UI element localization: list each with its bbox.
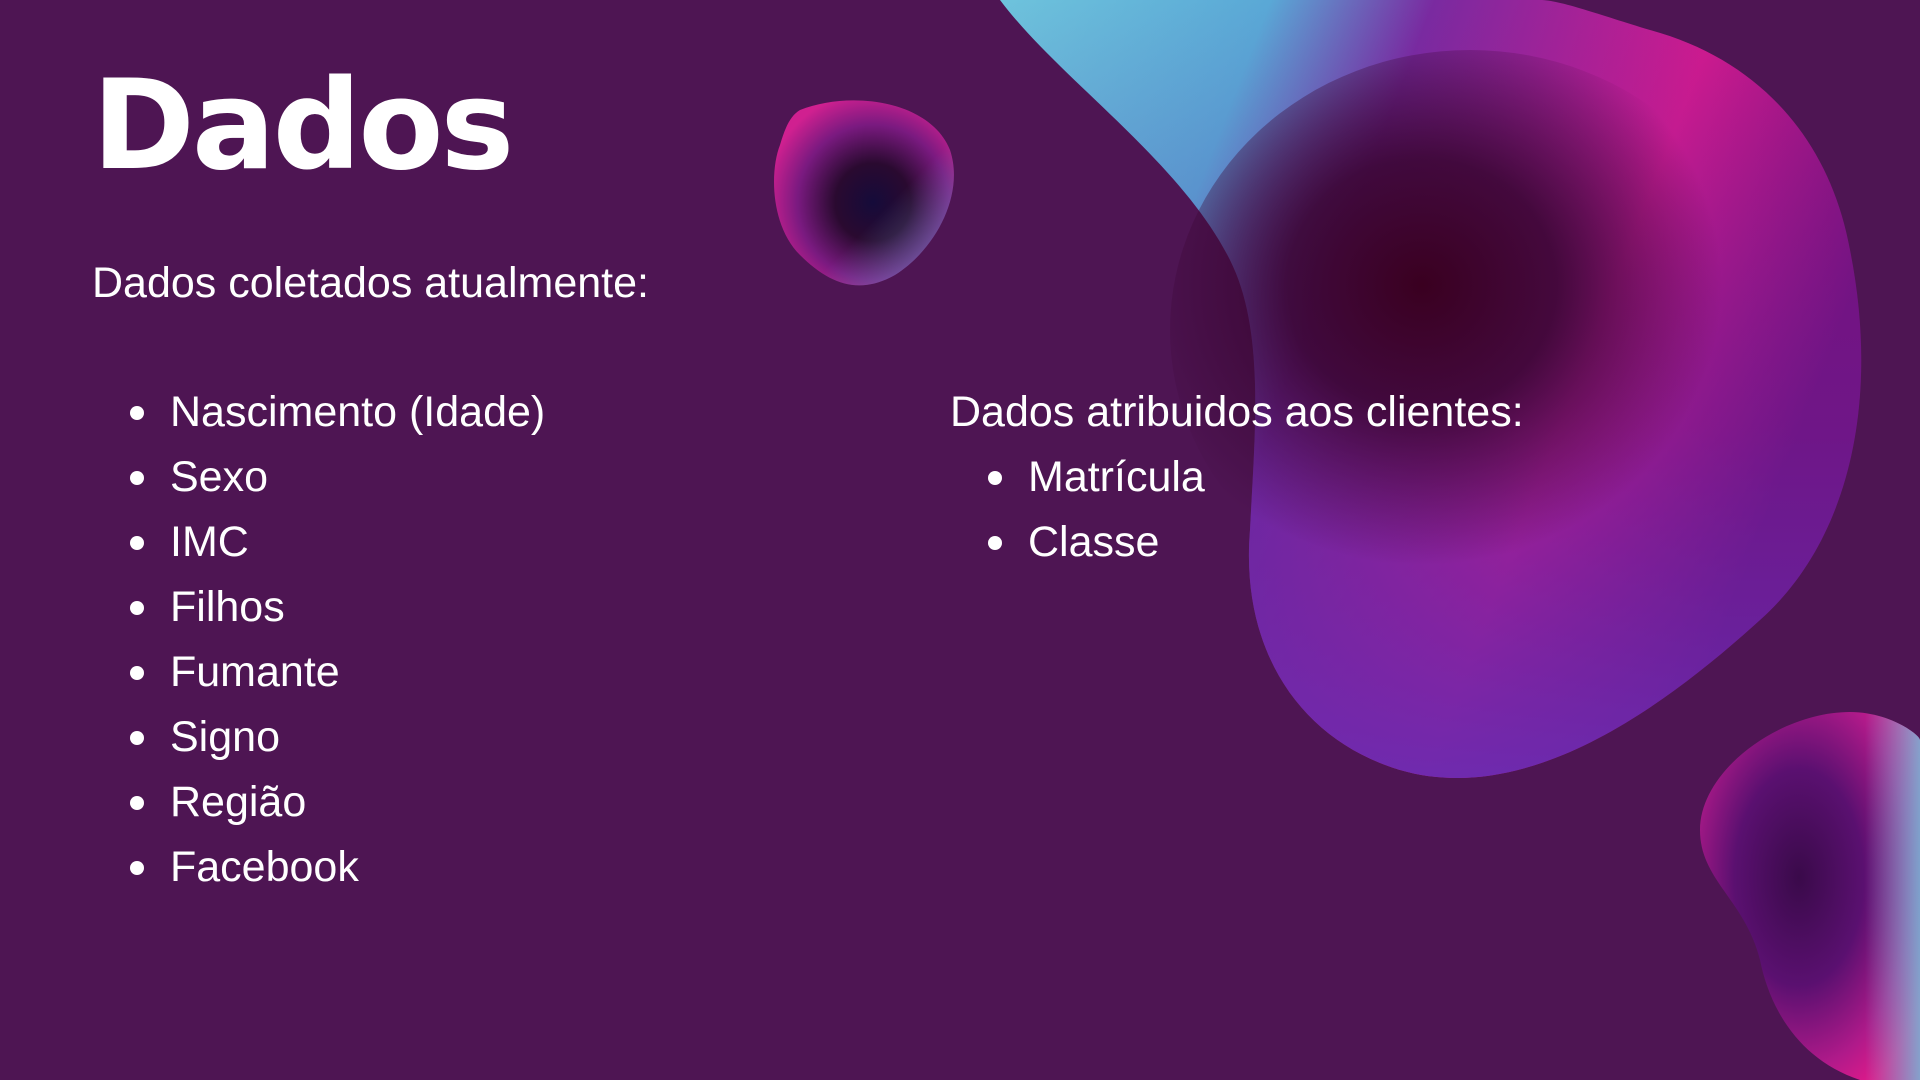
list-item-label: Fumante	[170, 648, 340, 696]
bullet-dot-icon	[130, 731, 144, 745]
bullet-dot-icon	[988, 536, 1002, 550]
corner-gradient-blob	[1700, 712, 1920, 1080]
bullet-dot-icon	[130, 861, 144, 875]
assigned-data-list: Matrícula Classe	[950, 445, 1205, 575]
list-item: Sexo	[92, 445, 545, 510]
list-item-label: Região	[170, 778, 307, 826]
bullet-dot-icon	[130, 406, 144, 420]
list-item: Classe	[950, 510, 1205, 575]
collected-data-heading: Dados coletados atualmente:	[92, 259, 649, 307]
list-item: Filhos	[92, 575, 545, 640]
list-item-label: Matrícula	[1028, 453, 1205, 501]
list-item-label: Facebook	[170, 843, 359, 891]
list-item: Nascimento (Idade)	[92, 380, 545, 445]
list-item-label: Filhos	[170, 583, 285, 631]
list-item-label: Classe	[1028, 518, 1160, 566]
bullet-dot-icon	[130, 601, 144, 615]
list-item-label: Signo	[170, 713, 280, 761]
list-item-label: IMC	[170, 518, 249, 566]
list-item: Região	[92, 770, 545, 835]
slide-title: Dados	[92, 54, 514, 198]
collected-data-list: Nascimento (Idade) Sexo IMC Filhos Fuman…	[92, 380, 545, 900]
presentation-slide: Dados Dados coletados atualmente: Nascim…	[0, 0, 1920, 1080]
list-item: Matrícula	[950, 445, 1205, 510]
list-item-label: Sexo	[170, 453, 269, 501]
bullet-dot-icon	[130, 666, 144, 680]
bullet-dot-icon	[988, 471, 1002, 485]
assigned-data-heading: Dados atribuidos aos clientes:	[950, 388, 1524, 436]
bullet-dot-icon	[130, 796, 144, 810]
list-item: Signo	[92, 705, 545, 770]
small-gradient-blob	[774, 100, 954, 286]
bullet-dot-icon	[130, 471, 144, 485]
bullet-dot-icon	[130, 536, 144, 550]
list-item: Fumante	[92, 640, 545, 705]
list-item: IMC	[92, 510, 545, 575]
list-item-label: Nascimento (Idade)	[170, 388, 546, 436]
list-item: Facebook	[92, 835, 545, 900]
